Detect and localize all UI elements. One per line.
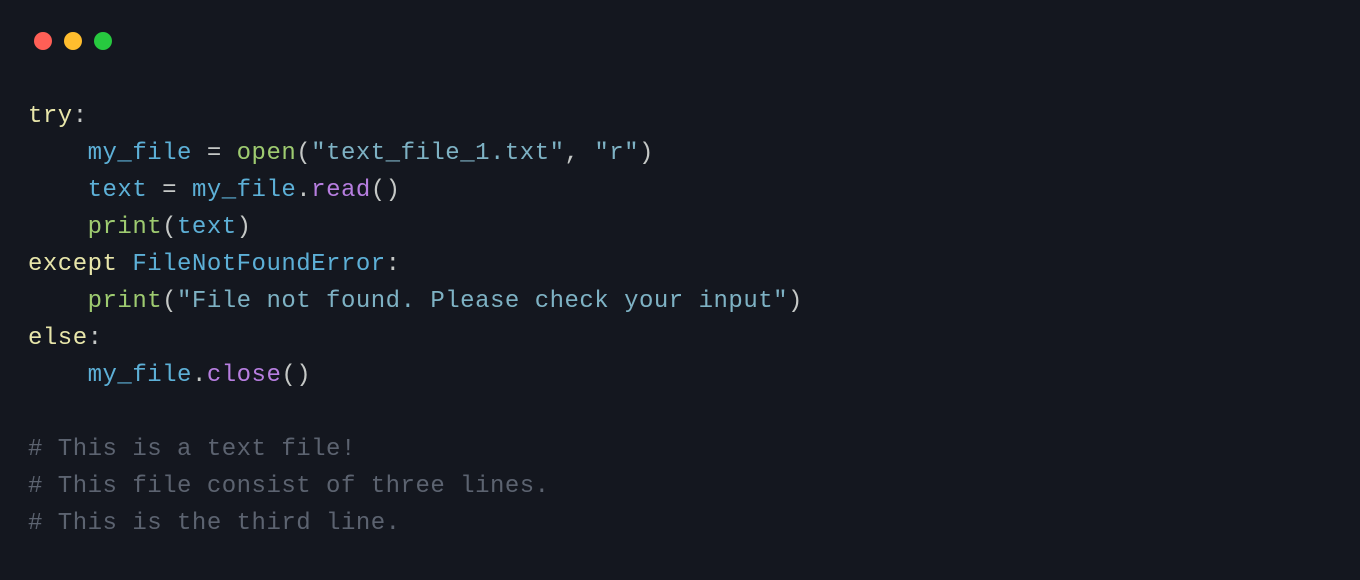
- variable-text: text: [177, 214, 237, 241]
- variable-text: text: [88, 177, 148, 204]
- assign-op: =: [147, 177, 192, 204]
- assign-op: =: [192, 140, 237, 167]
- space: [117, 251, 132, 278]
- indent: [28, 140, 88, 167]
- indent: [28, 177, 88, 204]
- colon: :: [73, 103, 88, 130]
- keyword-try: try: [28, 103, 73, 130]
- lparen: (: [296, 140, 311, 167]
- blank-line: [28, 394, 1332, 431]
- lparen: (: [162, 214, 177, 241]
- close-icon[interactable]: [34, 32, 52, 50]
- colon: :: [88, 325, 103, 352]
- func-print: print: [88, 288, 163, 315]
- func-print: print: [88, 214, 163, 241]
- code-line-5: except FileNotFoundError:: [28, 246, 1332, 283]
- string-filename: "text_file_1.txt": [311, 140, 564, 167]
- indent: [28, 214, 88, 241]
- class-filenotfounderror: FileNotFoundError: [132, 251, 385, 278]
- parens: (): [371, 177, 401, 204]
- code-line-6: print("File not found. Please check your…: [28, 283, 1332, 320]
- window-controls: [0, 0, 1360, 50]
- rparen: ): [639, 140, 654, 167]
- string-mode: "r": [594, 140, 639, 167]
- code-line-3: text = my_file.read(): [28, 172, 1332, 209]
- lparen: (: [162, 288, 177, 315]
- variable-my-file: my_file: [88, 140, 192, 167]
- keyword-else: else: [28, 325, 88, 352]
- minimize-icon[interactable]: [64, 32, 82, 50]
- code-line-2: my_file = open("text_file_1.txt", "r"): [28, 135, 1332, 172]
- code-line-7: else:: [28, 320, 1332, 357]
- comma: ,: [565, 140, 595, 167]
- parens: (): [281, 362, 311, 389]
- dot: .: [192, 362, 207, 389]
- colon: :: [386, 251, 401, 278]
- comment-line-3: # This is the third line.: [28, 505, 1332, 542]
- method-read: read: [311, 177, 371, 204]
- indent: [28, 362, 88, 389]
- variable-my-file: my_file: [192, 177, 296, 204]
- rparen: ): [237, 214, 252, 241]
- comment-line-2: # This file consist of three lines.: [28, 468, 1332, 505]
- code-line-8: my_file.close(): [28, 357, 1332, 394]
- method-close: close: [207, 362, 282, 389]
- indent: [28, 288, 88, 315]
- keyword-except: except: [28, 251, 117, 278]
- code-line-4: print(text): [28, 209, 1332, 246]
- comment-line-1: # This is a text file!: [28, 431, 1332, 468]
- code-line-1: try:: [28, 98, 1332, 135]
- dot: .: [296, 177, 311, 204]
- string-error-msg: "File not found. Please check your input…: [177, 288, 788, 315]
- variable-my-file: my_file: [88, 362, 192, 389]
- maximize-icon[interactable]: [94, 32, 112, 50]
- func-open: open: [237, 140, 297, 167]
- code-editor[interactable]: try: my_file = open("text_file_1.txt", "…: [0, 50, 1360, 542]
- rparen: ): [788, 288, 803, 315]
